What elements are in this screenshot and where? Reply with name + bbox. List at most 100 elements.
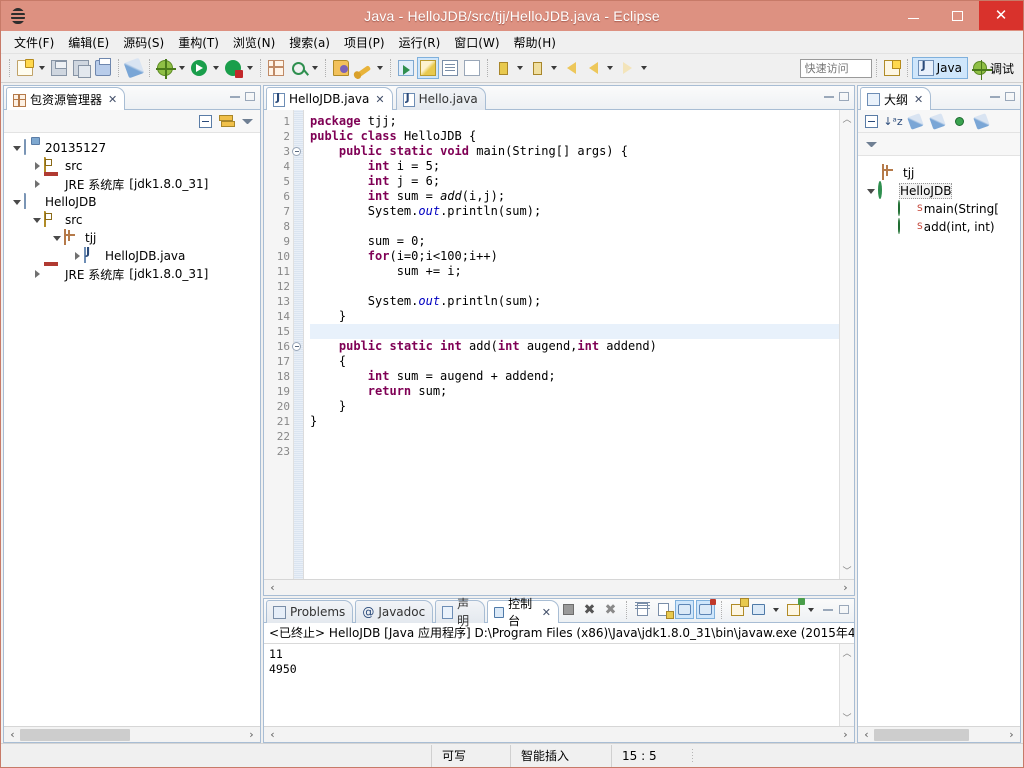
menu-project[interactable]: 项目(P) [337, 32, 392, 53]
outline-item-class-hellojdb[interactable]: HelloJDB [858, 181, 1020, 200]
next-annotation-button[interactable] [395, 57, 417, 79]
twisty-closed-icon[interactable] [30, 265, 44, 283]
open-console-dropdown-arrow[interactable] [805, 599, 817, 621]
scrollbar-thumb[interactable] [20, 728, 130, 741]
console-body[interactable]: 11 4950 ︿ ﹀ [264, 644, 854, 726]
tree-item-package-tjj[interactable]: tjj [4, 229, 260, 247]
view-menu-button[interactable] [238, 112, 256, 130]
outline-tree[interactable]: tjj HelloJDB S main(String[ S add(int, i… [858, 156, 1020, 726]
show-console-on-error-button[interactable] [696, 600, 715, 619]
code-line[interactable]: public static void main(String[] args) { [310, 144, 839, 159]
toggle-mark-occurrences-button[interactable] [417, 57, 439, 79]
open-resource-button[interactable] [330, 57, 352, 79]
tab-outline[interactable]: 大纲 ✕ [860, 87, 932, 110]
twisty-open-icon[interactable] [10, 139, 24, 157]
maximize-view-icon[interactable] [245, 92, 255, 101]
open-perspective-button[interactable] [881, 57, 903, 79]
perspective-debug[interactable]: 调试 [968, 57, 1019, 80]
tree-item-project-hellojdb[interactable]: HelloJDB [4, 193, 260, 211]
build-dropdown-arrow[interactable] [374, 57, 386, 79]
minimize-editor-icon[interactable] [824, 95, 834, 98]
code-line[interactable] [310, 429, 839, 444]
code-line[interactable]: return sum; [310, 384, 839, 399]
scroll-right-icon[interactable]: › [1004, 728, 1019, 741]
twisty-open-icon[interactable] [50, 229, 64, 247]
forward-button[interactable] [616, 57, 638, 79]
code-line[interactable] [310, 444, 839, 459]
terminate-button[interactable] [559, 600, 578, 619]
open-type-dropdown-arrow[interactable] [309, 57, 321, 79]
console-vertical-scrollbar[interactable]: ︿ ﹀ [839, 644, 854, 726]
menu-run[interactable]: 运行(R) [392, 32, 448, 53]
pin-console-button[interactable] [728, 600, 747, 619]
hide-fields-button[interactable] [906, 112, 924, 130]
save-button[interactable] [48, 57, 70, 79]
code-line[interactable]: public static int add(int augend,int add… [310, 339, 839, 354]
menu-file[interactable]: 文件(F) [7, 32, 61, 53]
hide-static-button[interactable] [928, 112, 946, 130]
run-dropdown-arrow[interactable] [210, 57, 222, 79]
code-line[interactable]: } [310, 309, 839, 324]
code-line[interactable]: } [310, 414, 839, 429]
scrollbar-thumb[interactable] [874, 728, 969, 741]
menu-edit[interactable]: 编辑(E) [61, 32, 116, 53]
tab-package-explorer[interactable]: 包资源管理器 ✕ [6, 87, 126, 110]
menu-search[interactable]: 搜索(a) [282, 32, 337, 53]
minimize-view-icon[interactable] [990, 95, 1000, 98]
outline-horizontal-scrollbar[interactable]: ‹ › [858, 726, 1020, 742]
clear-console-button[interactable] [633, 600, 652, 619]
toggle-block-selection-button[interactable] [439, 57, 461, 79]
outline-item-package-tjj[interactable]: tjj [858, 164, 1020, 182]
minimize-button[interactable] [891, 1, 935, 30]
scroll-left-icon[interactable]: ‹ [265, 728, 280, 741]
menu-refactor[interactable]: 重构(T) [171, 32, 226, 53]
hide-nonpublic-button[interactable] [950, 112, 968, 130]
print-button[interactable] [92, 57, 114, 79]
menu-navigate[interactable]: 浏览(N) [226, 32, 282, 53]
forward-dropdown-arrow[interactable] [638, 57, 650, 79]
tab-hellojdb-java[interactable]: HelloJDB.java ✕ [266, 87, 393, 110]
code-line[interactable]: int sum = augend + addend; [310, 369, 839, 384]
tree-item-jre-2[interactable]: JRE 系统库 [jdk1.8.0_31] [4, 265, 260, 283]
code-line[interactable]: } [310, 399, 839, 414]
tree-item-src-2[interactable]: src [4, 211, 260, 229]
last-edit-location-button[interactable] [560, 57, 582, 79]
code-line[interactable]: public class HelloJDB { [310, 129, 839, 144]
scroll-up-icon[interactable]: ︿ [842, 112, 851, 125]
editor-horizontal-scrollbar[interactable]: ‹ › [264, 579, 854, 595]
code-line[interactable]: int j = 6; [310, 174, 839, 189]
fold-collapse-icon[interactable] [292, 342, 301, 351]
build-button[interactable] [352, 57, 374, 79]
show-whitespace-button[interactable] [461, 57, 483, 79]
quick-fix-button[interactable] [123, 57, 145, 79]
scroll-left-icon[interactable]: ‹ [5, 728, 20, 741]
next-annotation-dropdown-arrow[interactable] [514, 57, 526, 79]
open-console-button[interactable] [784, 600, 803, 619]
close-icon[interactable]: ✕ [914, 93, 923, 106]
collapse-all-button[interactable] [862, 112, 880, 130]
editor-vertical-scrollbar[interactable]: ︿ ﹀ [839, 110, 854, 579]
new-dropdown-arrow[interactable] [36, 57, 48, 79]
twisty-closed-icon[interactable] [30, 157, 44, 175]
twisty-open-icon[interactable] [30, 211, 44, 229]
outline-item-method-main[interactable]: S main(String[ [858, 200, 1020, 218]
show-console-on-output-button[interactable] [675, 600, 694, 619]
menu-source[interactable]: 源码(S) [116, 32, 171, 53]
maximize-editor-icon[interactable] [839, 92, 849, 101]
run-button[interactable] [188, 57, 210, 79]
scroll-down-icon[interactable]: ﹀ [842, 711, 851, 724]
fold-collapse-icon[interactable] [292, 147, 301, 156]
minimize-view-icon[interactable] [230, 95, 240, 98]
scroll-right-icon[interactable]: › [244, 728, 259, 741]
external-tools-dropdown-arrow[interactable] [244, 57, 256, 79]
minimize-console-icon[interactable] [823, 608, 833, 611]
hide-local-types-button[interactable] [972, 112, 990, 130]
menu-help[interactable]: 帮助(H) [507, 32, 563, 53]
quick-access-input[interactable] [799, 58, 872, 78]
code-line[interactable]: sum += i; [310, 264, 839, 279]
display-selected-console-button[interactable] [749, 600, 768, 619]
collapse-all-button[interactable] [196, 112, 214, 130]
tab-javadoc[interactable]: @ Javadoc [355, 600, 434, 623]
outline-view-menu-button[interactable] [862, 135, 880, 153]
code-line[interactable]: System.out.println(sum); [310, 294, 839, 309]
